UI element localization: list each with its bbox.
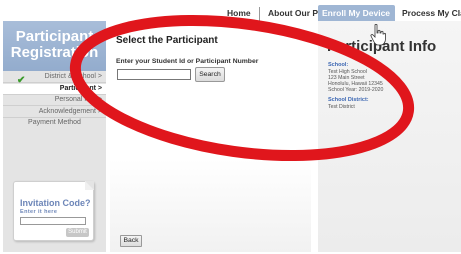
- main-panel: Select the Participant Enter your Studen…: [110, 21, 311, 252]
- step-personal-info[interactable]: Personal Info >: [3, 95, 106, 106]
- checkmark-icon: ✔: [17, 75, 26, 86]
- school-label: School:: [328, 62, 349, 68]
- step-acknowledgement[interactable]: Acknowledgement >: [3, 107, 106, 118]
- step-payment-method[interactable]: Payment Method: [3, 118, 106, 128]
- student-id-label: Enter your Student Id or Participant Num…: [116, 58, 259, 65]
- registration-title: Participant Registration: [3, 21, 106, 71]
- registration-sidebar: Participant Registration District & Scho…: [3, 21, 106, 252]
- nav-enroll-my-device[interactable]: Enroll My Device: [318, 5, 395, 22]
- invitation-code-input[interactable]: [20, 217, 86, 225]
- back-button[interactable]: Back: [120, 235, 142, 247]
- participant-info-panel: Participant Info School: Test High Schoo…: [318, 21, 461, 252]
- student-id-input[interactable]: [117, 69, 191, 80]
- registration-title-line1: Participant: [15, 28, 94, 45]
- invitation-code-title: Invitation Code?: [20, 198, 91, 208]
- school-line: School Year: 2019-2020: [328, 87, 384, 93]
- page-fold-icon: [85, 181, 94, 190]
- invitation-code-subtitle: Enter it here: [20, 209, 58, 215]
- page-title: Select the Participant: [116, 35, 218, 46]
- registration-title-line2: Registration: [10, 44, 99, 61]
- nav-home[interactable]: Home: [223, 5, 255, 22]
- invitation-code-box: Invitation Code? Enter it here Submit: [13, 181, 94, 241]
- search-button[interactable]: Search: [195, 67, 225, 82]
- school-district-label: School District:: [328, 97, 369, 103]
- hand-cursor-icon: [370, 24, 386, 46]
- nav-process-my-claim[interactable]: Process My Claim: [398, 5, 461, 22]
- nav-divider: [259, 7, 260, 21]
- invitation-submit-button[interactable]: Submit: [66, 228, 89, 237]
- school-district-name: Test District: [328, 104, 355, 110]
